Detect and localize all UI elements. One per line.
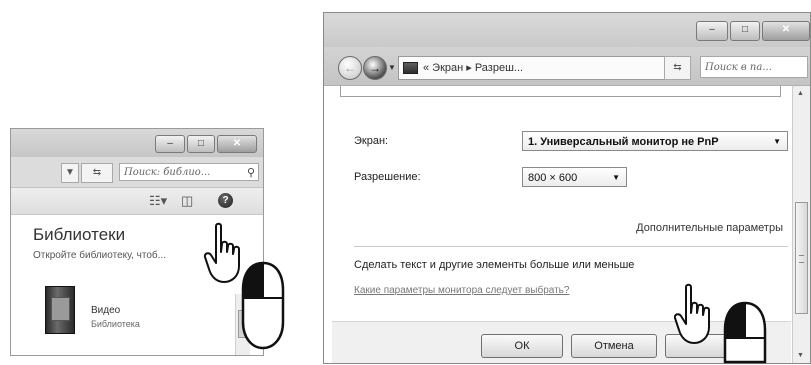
minimize-button[interactable]: – (155, 135, 185, 153)
monitor-preview-frame (340, 86, 781, 97)
address-dropdown[interactable]: ▼ (61, 163, 79, 183)
vertical-scrollbar[interactable]: ▲ ▼ (792, 86, 810, 363)
back-button[interactable]: ← (338, 56, 362, 80)
libraries-description: Откройте библиотеку, чтоб... (33, 250, 166, 261)
hand-pointer-icon (673, 283, 710, 344)
view-options-icon[interactable]: ☷▾ (149, 193, 167, 209)
video-library-icon[interactable] (45, 286, 75, 334)
close-button[interactable]: ✕ (217, 135, 257, 153)
forward-button[interactable]: → (363, 56, 387, 80)
text-size-link[interactable]: Сделать текст и другие элементы больше и… (354, 259, 634, 271)
search-input[interactable]: Поиск в па... (700, 56, 808, 78)
search-placeholder: Поиск: библио... (124, 167, 211, 178)
breadcrumb-text: « Экран ▸ Разреш... (423, 62, 524, 74)
preview-pane-icon[interactable]: ◫ (181, 193, 193, 209)
close-button[interactable]: ✕ (762, 21, 810, 41)
recent-pages-dropdown[interactable]: ▼ (388, 63, 396, 72)
address-bar: ← → ▼ « Экран ▸ Разреш... ▼ ⇆ Поиск в па… (324, 47, 810, 86)
chevron-down-icon: ▼ (612, 173, 620, 182)
chevron-down-icon: ▼ (773, 137, 781, 146)
resolution-select-value: 800 × 600 (528, 172, 578, 184)
scroll-up-icon[interactable]: ▲ (797, 90, 804, 97)
maximize-button[interactable]: □ (730, 21, 760, 41)
resolution-select[interactable]: 800 × 600 ▼ (522, 167, 627, 187)
advanced-settings-link[interactable]: Дополнительные параметры (636, 222, 783, 234)
mouse-left-click-icon (241, 261, 285, 350)
search-placeholder: Поиск в па... (705, 62, 772, 73)
help-icon[interactable]: ? (218, 193, 233, 208)
resolution-label: Разрешение: (354, 171, 421, 183)
display-select-value: 1. Универсальный монитор не PnP (528, 136, 719, 148)
scrollbar-thumb[interactable] (795, 202, 808, 314)
search-icon: ⚲ (246, 166, 255, 179)
refresh-button[interactable]: ⇆ (664, 56, 691, 80)
refresh-icon: ⇆ (673, 62, 682, 73)
title-bar: – □ ✕ (11, 129, 263, 157)
title-bar: – □ ✕ (324, 13, 810, 47)
maximize-button[interactable]: □ (187, 135, 215, 153)
divider (354, 246, 788, 247)
display-label: Экран: (354, 135, 389, 147)
toolbar: ☷▾ ◫ ? (11, 188, 263, 215)
library-item-name[interactable]: Видео (91, 305, 120, 316)
mouse-left-click-icon (723, 301, 767, 364)
cancel-button[interactable]: Отмена (571, 334, 657, 358)
refresh-icon: ⇆ (92, 167, 102, 178)
library-item-subtitle: Библиотека (91, 319, 140, 329)
monitor-icon (403, 62, 418, 74)
search-input[interactable]: Поиск: библио... ⚲ (119, 163, 259, 181)
address-bar: ▼ ⇆ Поиск: библио... ⚲ (11, 157, 263, 188)
breadcrumb[interactable]: « Экран ▸ Разреш... ▼ (398, 56, 690, 80)
libraries-heading: Библиотеки (33, 225, 126, 244)
which-settings-help-link[interactable]: Какие параметры монитора следует выбрать… (354, 285, 569, 296)
minimize-button[interactable]: – (696, 21, 728, 41)
refresh-button[interactable]: ⇆ (81, 163, 113, 183)
display-select[interactable]: 1. Универсальный монитор не PnP ▼ (522, 131, 788, 151)
ok-button[interactable]: ОК (481, 334, 563, 358)
scroll-down-icon[interactable]: ▼ (797, 352, 804, 359)
